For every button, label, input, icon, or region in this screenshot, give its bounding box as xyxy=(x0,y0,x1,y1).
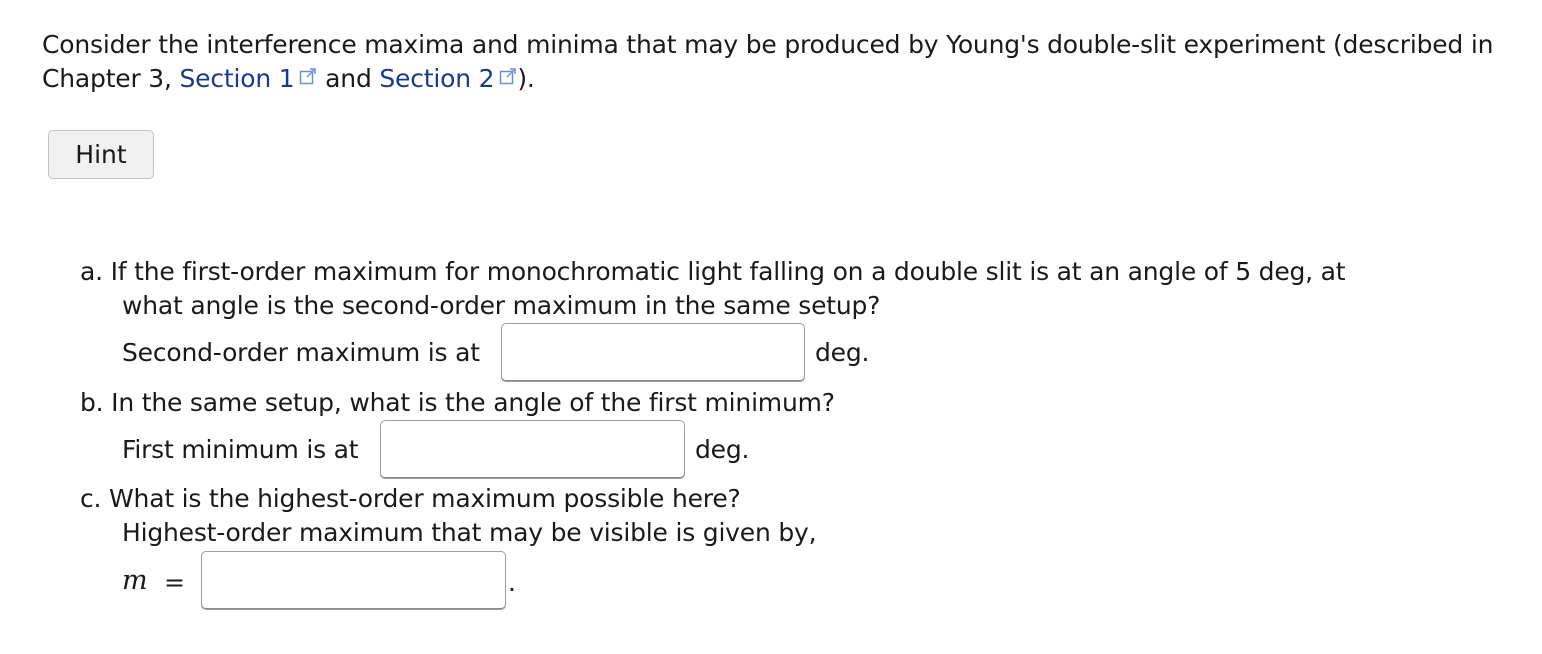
math-variable-m: m xyxy=(122,565,148,596)
first-minimum-input[interactable] xyxy=(380,420,685,479)
part-b-question: b. In the same setup, what is the angle … xyxy=(80,388,835,417)
part-b-unit: deg. xyxy=(695,435,750,464)
math-equals-sign: = xyxy=(164,568,185,597)
intro-text-between: and xyxy=(317,64,380,93)
highest-order-m-input[interactable] xyxy=(201,551,506,610)
section-1-link[interactable]: Section 1 xyxy=(180,64,295,93)
intro-paragraph: Consider the interference maxima and min… xyxy=(42,28,1502,96)
section-2-link[interactable]: Section 2 xyxy=(379,64,494,93)
external-link-icon[interactable] xyxy=(299,67,317,85)
part-a-question-line2: what angle is the second-order maximum i… xyxy=(122,291,881,320)
hint-button[interactable]: Hint xyxy=(48,130,154,179)
part-c-question-line1: c. What is the highest-order maximum pos… xyxy=(80,484,741,513)
part-b-answer-label: First minimum is at xyxy=(122,435,359,464)
part-a-unit: deg. xyxy=(815,338,870,367)
part-a-answer-label: Second-order maximum is at xyxy=(122,338,480,367)
part-a-question-line1: a. If the first-order maximum for monoch… xyxy=(80,257,1346,286)
second-order-maximum-input[interactable] xyxy=(501,323,805,382)
part-c-end-period: . xyxy=(508,568,516,597)
intro-text-after: ). xyxy=(517,64,535,93)
part-c-question-line2: Highest-order maximum that may be visibl… xyxy=(122,518,817,547)
external-link-icon[interactable] xyxy=(499,67,517,85)
